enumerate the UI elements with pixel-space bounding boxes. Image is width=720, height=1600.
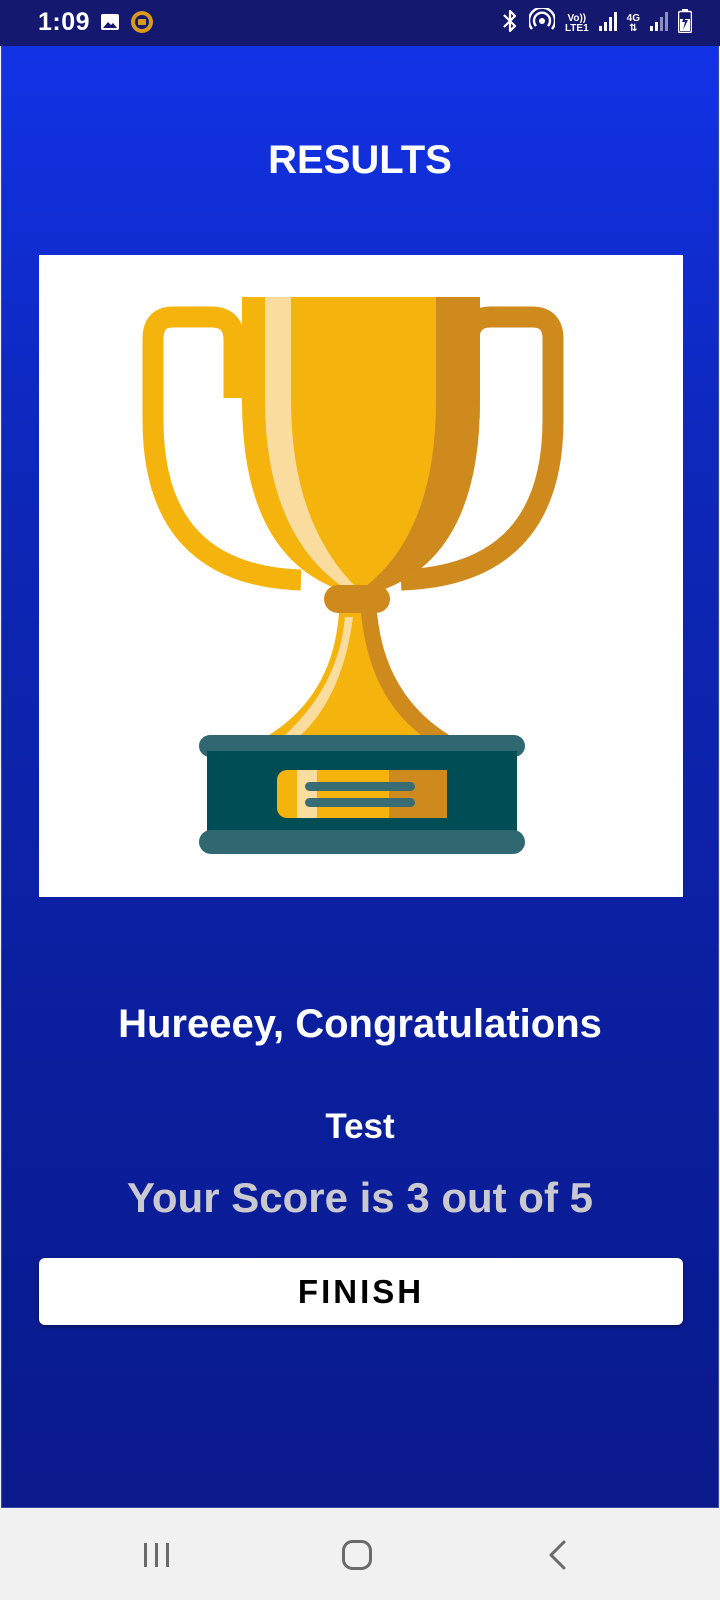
bluetooth-icon <box>501 8 519 39</box>
recents-icon <box>144 1543 169 1567</box>
status-system-icons: Vo)) LTE1 4G ⇅ <box>501 6 693 39</box>
page-title: RESULTS <box>268 138 452 182</box>
finish-button[interactable]: FINISH <box>39 1258 683 1325</box>
home-button[interactable] <box>327 1530 387 1580</box>
volte-bottom-text: LTE1 <box>564 22 589 34</box>
trophy-icon <box>142 297 564 854</box>
battery-icon <box>677 9 693 38</box>
system-nav-bar <box>0 1510 720 1600</box>
trophy-card <box>39 255 683 897</box>
recents-button[interactable] <box>127 1530 187 1580</box>
congrats-message: Hureeey, Congratulations <box>118 1002 602 1046</box>
network-4g-label: 4G ⇅ <box>626 12 640 34</box>
home-icon <box>342 1540 372 1570</box>
status-bar: 1:09 Vo)) LTE1 4G ⇅ <box>0 0 720 46</box>
score-text: Your Score is 3 out of 5 <box>127 1174 593 1221</box>
status-notifications <box>100 10 154 39</box>
back-button[interactable] <box>527 1530 587 1580</box>
results-screen: RESULTS Hureeey, Congratulations Test Yo… <box>1 46 719 1508</box>
back-icon <box>549 1540 566 1570</box>
app-notification-icon <box>130 10 154 39</box>
status-time: 1:09 <box>38 8 91 36</box>
volte-top-text: Vo)) <box>567 12 587 24</box>
network-4g-text: 4G <box>626 12 640 24</box>
hotspot-icon <box>527 6 557 39</box>
gallery-icon <box>100 12 120 37</box>
volte-label: Vo)) LTE1 <box>564 12 589 34</box>
quiz-name: Test <box>325 1107 395 1146</box>
signal-icon-1 <box>598 11 617 36</box>
data-arrows-icon: ⇅ <box>629 22 638 34</box>
signal-icon-2 <box>650 11 668 36</box>
